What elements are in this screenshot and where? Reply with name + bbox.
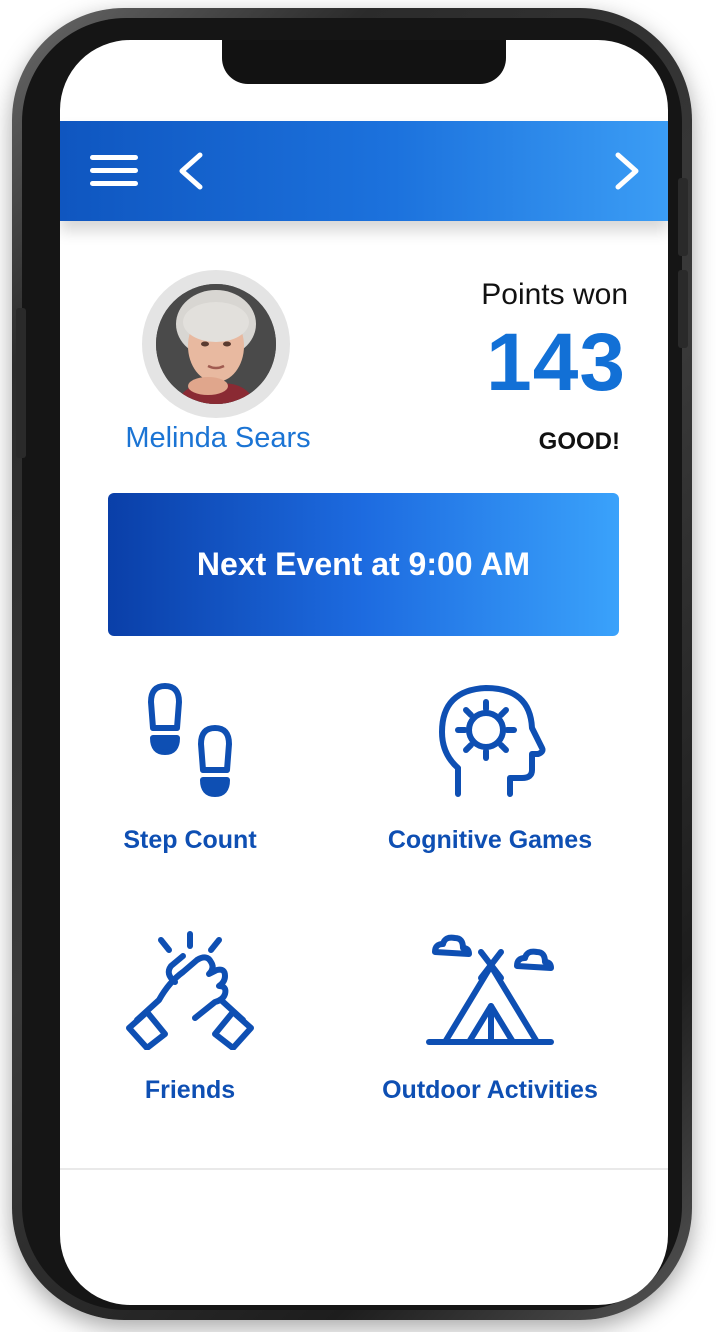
points-status: GOOD! — [538, 428, 620, 455]
outdoor-activities-label: Outdoor Activities — [382, 1076, 598, 1104]
points-label: Points won — [481, 278, 628, 311]
hamburger-menu-icon-bar — [90, 181, 138, 186]
next-event-label: Next Event at 9:00 AM — [196, 546, 531, 582]
cognitive-games-label: Cognitive Games — [387, 826, 593, 854]
handshake-icon — [126, 931, 254, 1050]
chevron-right-icon — [615, 152, 639, 190]
phone-frame: Melinda Sears Points won 143 GOOD! Next … — [12, 8, 692, 1320]
brain-gear-icon — [439, 685, 546, 797]
next-event-banner[interactable]: Next Event at 9:00 AM — [108, 493, 619, 636]
phone-volume-up-button — [678, 178, 688, 256]
step-count-label: Step Count — [123, 826, 257, 854]
friends-label: Friends — [144, 1076, 236, 1104]
phone-notch — [222, 40, 506, 84]
forward-button[interactable] — [610, 149, 646, 193]
avatar[interactable] — [156, 284, 276, 404]
back-button[interactable] — [172, 149, 208, 193]
phone-side-button — [16, 308, 26, 458]
avatar-ring — [142, 270, 290, 418]
user-name[interactable]: Melinda Sears — [108, 422, 328, 455]
hamburger-menu-icon — [90, 155, 138, 160]
user-avatar-photo — [156, 284, 276, 404]
phone-volume-down-button — [678, 270, 688, 348]
friends-tile[interactable]: Friends — [100, 930, 280, 1120]
footsteps-icon — [148, 683, 232, 797]
app-header — [60, 121, 668, 221]
chevron-left-icon — [179, 152, 203, 190]
points-value: 143 — [486, 317, 626, 408]
step-count-tile[interactable]: Step Count — [100, 680, 280, 870]
outdoor-activities-tile[interactable]: Outdoor Activities — [360, 930, 620, 1120]
menu-button[interactable] — [90, 155, 142, 187]
app-screen: Melinda Sears Points won 143 GOOD! Next … — [60, 40, 668, 1305]
hamburger-menu-icon-bar — [90, 168, 138, 173]
cognitive-games-tile[interactable]: Cognitive Games — [370, 680, 610, 870]
tent-icon — [426, 934, 554, 1045]
bottom-divider — [60, 1168, 668, 1170]
